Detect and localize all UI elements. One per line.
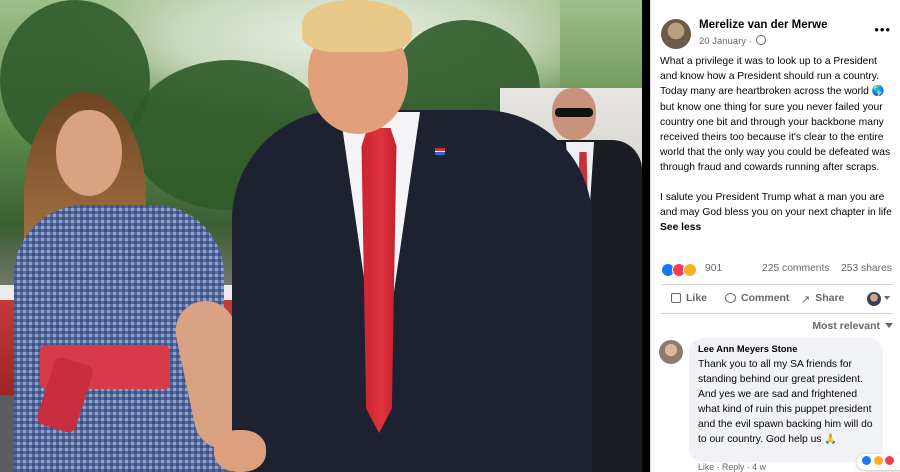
- post-paragraph-text: I salute you President Trump what a man …: [660, 191, 892, 218]
- caret-down-icon: [885, 323, 893, 328]
- share-icon: ↗: [801, 294, 811, 306]
- post-action-bar: Like Comment ↗ Share: [661, 288, 893, 312]
- share-label: Share: [815, 292, 845, 304]
- like-label: Like: [686, 292, 708, 304]
- haha-reaction-icon: [683, 263, 697, 277]
- post-paragraph: What a privilege it was to look up to a …: [660, 56, 891, 174]
- comment-button[interactable]: Comment: [725, 292, 789, 304]
- reaction-icons[interactable]: [661, 263, 701, 277]
- flag-pin-icon: [435, 148, 445, 155]
- reaction-count[interactable]: 901: [705, 263, 722, 274]
- comment-bubble: Lee Ann Meyers Stone Thank you to all my…: [689, 338, 900, 470]
- comment-like-link[interactable]: Like: [698, 462, 714, 472]
- thumbs-up-icon: [671, 293, 681, 303]
- post-body: What a privilege it was to look up to a …: [660, 54, 892, 235]
- author-avatar[interactable]: [661, 19, 691, 49]
- shares-count[interactable]: 253 shares: [841, 263, 892, 274]
- like-button[interactable]: Like: [671, 292, 707, 304]
- post-date[interactable]: 20 January: [699, 36, 746, 47]
- comment-reactions[interactable]: 30: [857, 454, 900, 470]
- comment-time[interactable]: 4 w: [752, 462, 766, 472]
- commenter-name[interactable]: Lee Ann Meyers Stone: [698, 344, 797, 354]
- comment-reply-link[interactable]: Reply: [722, 462, 745, 472]
- love-reaction-icon: [884, 455, 896, 466]
- divider: [661, 284, 893, 285]
- haha-reaction-icon: [872, 455, 884, 466]
- photo-held-hands: [214, 430, 266, 472]
- comment-sort-dropdown[interactable]: Most relevant: [812, 320, 893, 332]
- post-author-name[interactable]: Merelize van der Merwe: [699, 19, 827, 31]
- photo-man-hair: [302, 0, 412, 52]
- share-button[interactable]: ↗ Share: [801, 292, 844, 306]
- photo-woman-face: [56, 110, 122, 196]
- see-less-link[interactable]: See less: [660, 222, 701, 233]
- comment-footer: Like · Reply · 4 w: [698, 462, 766, 472]
- divider: [661, 313, 893, 314]
- comment-icon: [725, 293, 736, 303]
- like-reaction-icon: [861, 455, 872, 466]
- post-paragraph: I salute you President Trump what a man …: [660, 190, 892, 236]
- profile-switcher[interactable]: [867, 292, 893, 306]
- comment-text: Thank you to all my SA friends for stand…: [698, 359, 873, 445]
- meta-separator: ·: [748, 36, 752, 47]
- globe-icon: [756, 35, 767, 45]
- comments-count[interactable]: 225 comments: [762, 263, 830, 274]
- facebook-post: Merelize van der Merwe 20 January · ••• …: [650, 0, 900, 472]
- more-options-icon[interactable]: •••: [874, 22, 891, 37]
- profile-avatar-icon: [867, 292, 881, 306]
- news-photo: [0, 0, 642, 472]
- post-header: Merelize van der Merwe 20 January · •••: [661, 18, 893, 52]
- comment-label: Comment: [741, 292, 790, 304]
- comment-sort-label: Most relevant: [812, 320, 880, 332]
- reaction-summary: 901 225 comments 253 shares: [661, 262, 893, 278]
- post-meta: 20 January ·: [699, 35, 767, 47]
- commenter-avatar[interactable]: [659, 340, 683, 364]
- caret-down-icon: [884, 296, 890, 300]
- photo-agent-sunglasses: [555, 108, 593, 117]
